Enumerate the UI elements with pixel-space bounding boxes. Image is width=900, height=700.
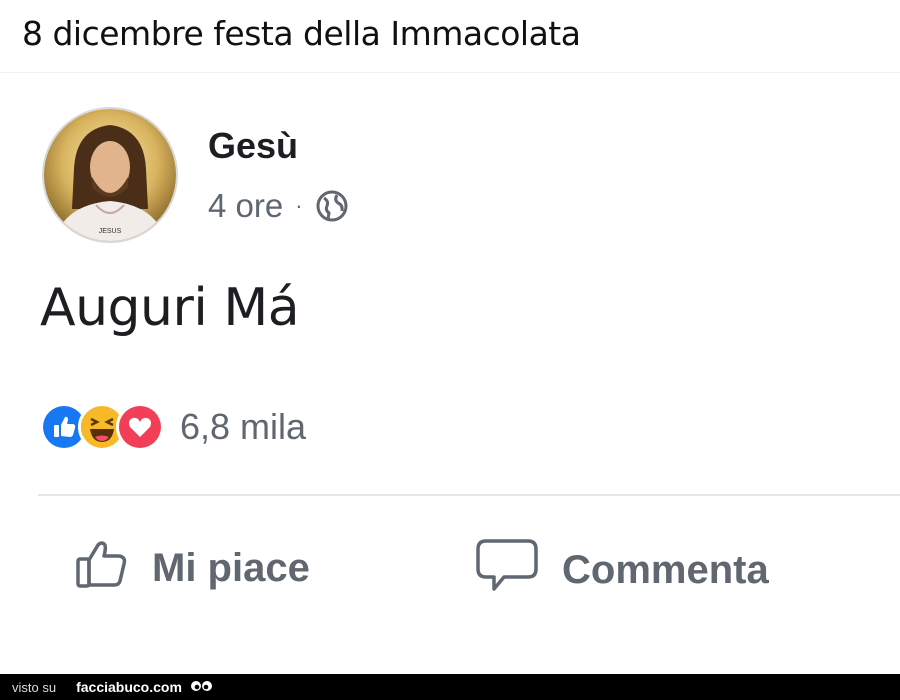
comment-button[interactable]: Commenta xyxy=(474,535,769,605)
globe-icon[interactable] xyxy=(315,189,349,223)
footer-prefix: visto su xyxy=(12,679,57,695)
watermark-footer: visto su facciabuco.com xyxy=(0,674,900,700)
love-reaction-icon xyxy=(116,403,164,451)
thumbs-up-icon xyxy=(74,535,130,601)
post-time[interactable]: 4 ore xyxy=(208,187,283,225)
reaction-count[interactable]: 6,8 mila xyxy=(180,406,306,448)
post-caption: 8 dicembre festa della Immacolata xyxy=(22,14,581,53)
like-button[interactable]: Mi piace xyxy=(74,535,310,601)
comment-bubble-icon xyxy=(474,535,540,605)
meta-separator: · xyxy=(295,193,303,218)
post-author[interactable]: Gesù xyxy=(208,125,298,167)
avatar-label: JESUS xyxy=(99,228,122,235)
post-meta: 4 ore · xyxy=(208,187,349,225)
post-text: Auguri Má xyxy=(40,278,300,338)
comment-label: Commenta xyxy=(562,547,769,592)
like-label: Mi piace xyxy=(152,545,310,590)
avatar[interactable]: JESUS xyxy=(42,107,178,243)
footer-brand[interactable]: facciabuco.com xyxy=(76,679,182,695)
eyes-logo-icon xyxy=(190,679,214,695)
actions-divider xyxy=(38,494,900,496)
reactions-summary[interactable]: 6,8 mila xyxy=(40,403,306,451)
facebook-post: JESUS Gesù 4 ore · Auguri Má 6,8 mila Mi… xyxy=(0,72,900,673)
